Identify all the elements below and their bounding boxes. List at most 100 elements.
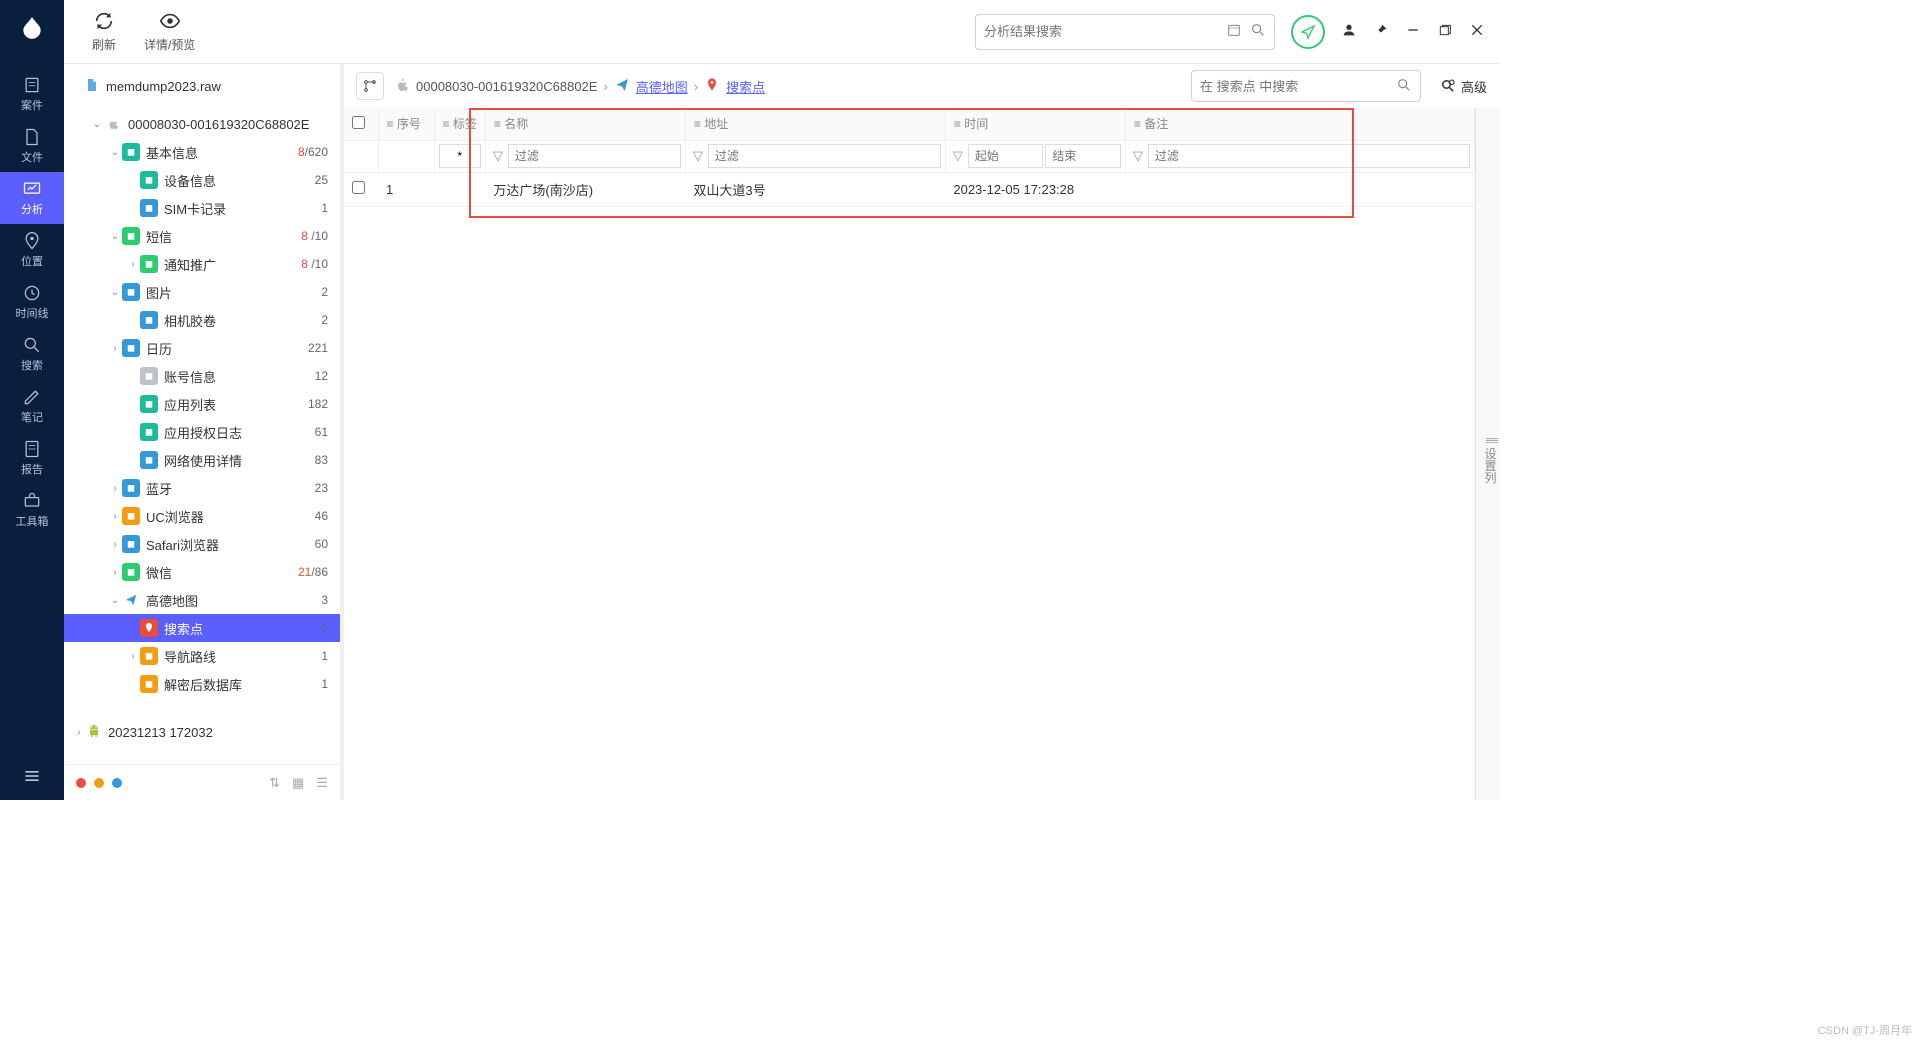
user-icon[interactable] <box>1341 22 1357 41</box>
tree-item[interactable]: ⌄◼短信8 /10 <box>64 222 340 250</box>
search-icon[interactable] <box>1250 22 1266 41</box>
tree-item[interactable]: ›◼导航路线1 <box>64 642 340 670</box>
chevron-icon[interactable]: › <box>126 259 140 270</box>
nav-search[interactable]: 搜索 <box>0 328 64 380</box>
minimize-icon[interactable] <box>1405 22 1421 41</box>
chevron-icon[interactable]: › <box>108 567 122 578</box>
filter-time-end[interactable] <box>1045 144 1121 168</box>
detail-search[interactable] <box>1191 70 1421 102</box>
calendar-icon[interactable] <box>1226 22 1242 41</box>
nav-case[interactable]: 案件 <box>0 68 64 120</box>
branch-icon[interactable] <box>356 72 384 100</box>
chevron-icon[interactable]: ⌄ <box>108 147 122 158</box>
refresh-button[interactable]: 刷新 <box>78 10 130 53</box>
tree-item[interactable]: ◼应用列表182 <box>64 390 340 418</box>
filter-name[interactable] <box>508 144 681 168</box>
funnel-icon[interactable]: ▽ <box>490 148 506 164</box>
funnel-icon[interactable]: ▽ <box>690 148 706 164</box>
tree-item[interactable]: ◼相机胶卷2 <box>64 306 340 334</box>
send-button[interactable] <box>1291 15 1325 49</box>
tree-item[interactable]: ◼账号信息12 <box>64 362 340 390</box>
tree-item-count: 46 <box>315 509 328 523</box>
filter-remark[interactable] <box>1148 144 1470 168</box>
nav-analysis[interactable]: 分析 <box>0 172 64 224</box>
search-icon[interactable] <box>1396 77 1412 96</box>
nav-report[interactable]: 报告 <box>0 432 64 484</box>
tree-item[interactable]: ⌄◼图片2 <box>64 278 340 306</box>
chevron-icon[interactable]: › <box>108 511 122 522</box>
cell-tag <box>434 172 485 206</box>
tree-item[interactable]: ⌄高德地图3 <box>64 586 340 614</box>
chevron-icon[interactable]: ⌄ <box>90 119 104 130</box>
bc-device[interactable]: 00008030-001619320C68802E <box>416 79 597 94</box>
tree-item[interactable]: ›◼蓝牙23 <box>64 474 340 502</box>
chevron-icon[interactable]: ⌄ <box>108 595 122 606</box>
tree-item-label: 微信 <box>146 563 298 582</box>
chevron-icon[interactable]: ⌄ <box>108 287 122 298</box>
funnel-icon[interactable]: ▽ <box>1130 148 1146 164</box>
grid-icon[interactable]: ▦ <box>292 775 304 791</box>
chevron-icon[interactable]: › <box>126 651 140 662</box>
preview-button[interactable]: 详情/预览 <box>130 10 209 53</box>
funnel-icon[interactable]: ▽ <box>950 148 966 164</box>
chevron-icon[interactable]: › <box>108 343 122 354</box>
tree-item[interactable]: ◼网络使用详情83 <box>64 446 340 474</box>
chevron-icon[interactable]: ⌄ <box>108 231 122 242</box>
col-address[interactable]: ≡ 地址 <box>685 108 945 140</box>
tree-item[interactable]: ›◼UC浏览器46 <box>64 502 340 530</box>
list-icon[interactable]: ☰ <box>316 775 328 791</box>
select-all-checkbox[interactable] <box>352 116 365 129</box>
nav-file[interactable]: 文件 <box>0 120 64 172</box>
filter-address[interactable] <box>708 144 941 168</box>
tree-item[interactable]: ◼解密后数据库1 <box>64 670 340 698</box>
detail-search-input[interactable] <box>1200 79 1396 94</box>
table-row[interactable]: 1万达广场(南沙店)双山大道3号2023-12-05 17:23:28 <box>344 172 1475 206</box>
tree-item[interactable]: ◼SIM卡记录1 <box>64 194 340 222</box>
col-tag[interactable]: ≡ 标签 <box>434 108 485 140</box>
tree-file-root[interactable]: memdump2023.raw <box>64 72 340 100</box>
tree-item[interactable]: ◼设备信息25 <box>64 166 340 194</box>
nav-timeline[interactable]: 时间线 <box>0 276 64 328</box>
tree-item[interactable]: ⌄00008030-001619320C68802E <box>64 110 340 138</box>
row-checkbox[interactable] <box>352 181 365 194</box>
amap-icon <box>122 591 140 609</box>
nav-menu-icon[interactable] <box>0 752 64 800</box>
bc-app[interactable]: 高德地图 <box>636 77 688 96</box>
tree-item-count: 8 /10 <box>301 257 328 271</box>
bt-icon: ◼ <box>122 479 140 497</box>
tree-item-label: Safari浏览器 <box>146 535 315 554</box>
bc-leaf[interactable]: 搜索点 <box>726 77 765 96</box>
advanced-button[interactable]: 高级 <box>1439 77 1487 96</box>
chevron-icon[interactable]: › <box>108 539 122 550</box>
tree-item-label: 图片 <box>146 283 321 302</box>
wechat-icon: ◼ <box>122 563 140 581</box>
global-search-box[interactable] <box>975 14 1275 50</box>
global-search-input[interactable] <box>984 24 1226 39</box>
nav-notes[interactable]: 笔记 <box>0 380 64 432</box>
filter-tag[interactable] <box>439 144 481 168</box>
col-index[interactable]: ≡ 序号 <box>378 108 434 140</box>
nav-location[interactable]: 位置 <box>0 224 64 276</box>
col-remark[interactable]: ≡ 备注 <box>1125 108 1474 140</box>
tree-item-label: UC浏览器 <box>146 507 315 526</box>
pin-icon[interactable] <box>1373 22 1389 41</box>
tree-item[interactable]: ◼应用授权日志61 <box>64 418 340 446</box>
tree-item[interactable]: ⌄◼基本信息8/620 <box>64 138 340 166</box>
col-time[interactable]: ≡ 时间 <box>945 108 1125 140</box>
msg-icon: ◼ <box>140 255 158 273</box>
tree-item[interactable]: ›◼通知推广8 /10 <box>64 250 340 278</box>
col-name[interactable]: ≡ 名称 <box>485 108 685 140</box>
nav-toolbox[interactable]: 工具箱 <box>0 484 64 536</box>
maximize-icon[interactable] <box>1437 22 1453 41</box>
tree-item[interactable]: ›◼日历221 <box>64 334 340 362</box>
filter-icon[interactable]: ⇅ <box>269 775 280 791</box>
tree-bottom-device[interactable]: › 20231213 172032 <box>64 718 340 746</box>
tree-item[interactable]: ›◼微信21/86 <box>64 558 340 586</box>
tree-item[interactable]: ›◼Safari浏览器60 <box>64 530 340 558</box>
filter-time-start[interactable] <box>968 144 1044 168</box>
column-settings-panel[interactable]: ⦀ 设置列 <box>1475 108 1499 800</box>
tree-item-label: 蓝牙 <box>146 479 315 498</box>
tree-item[interactable]: 搜索点1 <box>64 614 340 642</box>
close-icon[interactable] <box>1469 22 1485 41</box>
chevron-icon[interactable]: › <box>108 483 122 494</box>
